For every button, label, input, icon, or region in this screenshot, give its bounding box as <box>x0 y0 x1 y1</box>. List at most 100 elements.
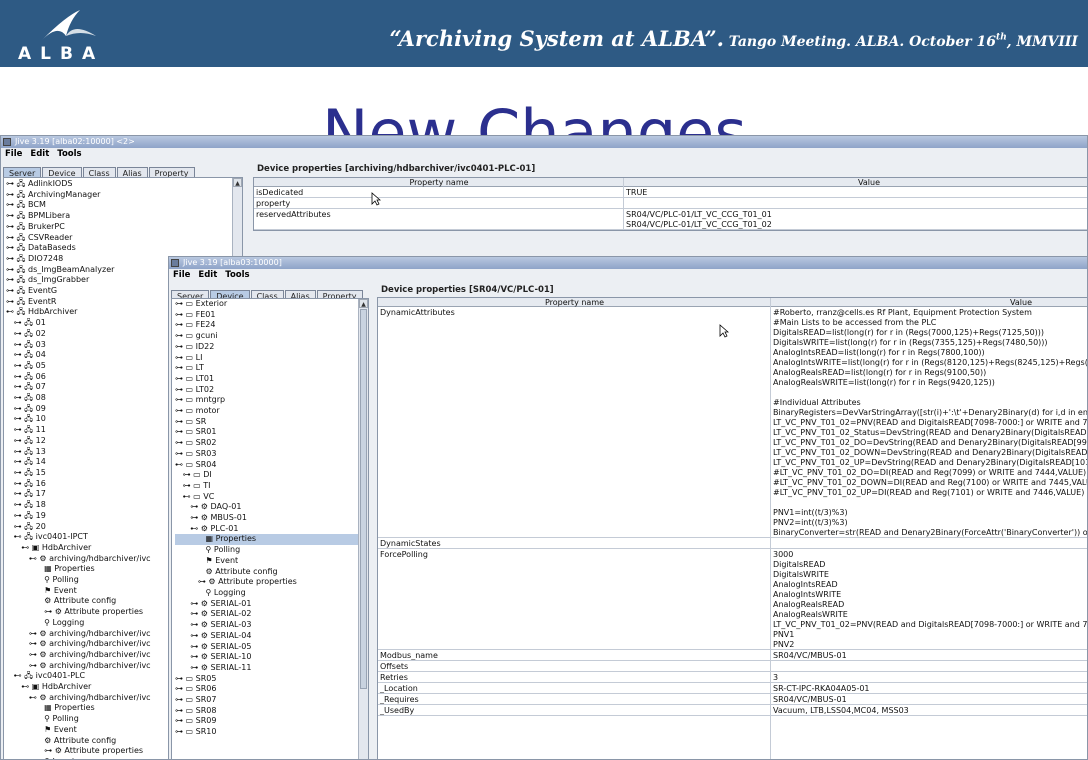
property-name-cell[interactable]: DynamicStates <box>380 539 441 548</box>
tree-node[interactable]: ⊶ 🖧 DataBaseds <box>6 243 242 254</box>
tree-node[interactable]: ⊶ ⚙ SERIAL-05 <box>175 642 368 653</box>
property-value-cell[interactable]: 3 <box>773 673 778 682</box>
tree-node[interactable]: ⚲ Logging <box>175 588 368 599</box>
tree-node[interactable]: ⊶ 🖧 ArchivingManager <box>6 190 242 201</box>
tree-node[interactable]: ⊷ ▭ SR04 <box>175 460 368 471</box>
table-row[interactable]: _Requires SR04/VC/MBUS-01 <box>378 694 1087 705</box>
property-value-cell[interactable]: #Roberto, rranz@cells.es Rf Plant, Equip… <box>773 308 1087 537</box>
tree-node[interactable]: ⚲ Polling <box>175 545 368 556</box>
property-name-cell[interactable]: Offsets <box>380 662 408 671</box>
property-name-cell[interactable]: isDedicated <box>256 188 303 197</box>
column-value[interactable]: Value <box>624 178 1087 187</box>
tree-scrollbar[interactable]: ▲ <box>232 178 242 258</box>
window-titlebar[interactable]: Jive 3.19 [alba03:10000] <box>169 257 1087 269</box>
scroll-up-icon[interactable]: ▲ <box>233 178 242 187</box>
tree-node[interactable]: ⊶ ⚙ MBUS-01 <box>175 513 368 524</box>
tree-node[interactable]: ⊶ ▭ gcuni <box>175 331 368 342</box>
property-value-cell[interactable]: 3000 DigitalsREAD DigitalsWRITE AnalogIn… <box>773 550 1087 649</box>
property-value-cell[interactable]: SR04/VC/MBUS-01 <box>773 651 847 660</box>
property-name-cell[interactable]: _UsedBy <box>380 706 414 715</box>
tree-node[interactable]: ⊶ ⚙ SERIAL-10 <box>175 652 368 663</box>
properties-table[interactable]: Property name Value DynamicAttributes #Ro… <box>377 297 1087 759</box>
property-name-cell[interactable]: property <box>256 199 290 208</box>
tree-node[interactable]: ⊶ ▭ SR <box>175 417 368 428</box>
tree-node[interactable]: ⊶ 🖧 CSVReader <box>6 233 242 244</box>
column-property-name[interactable]: Property name <box>378 298 771 307</box>
property-value-cell[interactable]: SR-CT-IPC-RKA04A05-01 <box>773 684 870 693</box>
tree-node[interactable]: ⊶ 🖧 BCM <box>6 200 242 211</box>
column-property-name[interactable]: Property name <box>254 178 624 187</box>
property-value-cell[interactable]: TRUE <box>626 188 647 197</box>
tree-node[interactable]: ⊷ ⚙ PLC-01 <box>175 524 368 535</box>
tree-node[interactable]: ⊶ ▭ DI <box>175 470 368 481</box>
tree-node[interactable]: ⊶ ▭ motor <box>175 406 368 417</box>
table-row[interactable]: Modbus_name SR04/VC/MBUS-01 <box>378 650 1087 661</box>
table-row[interactable]: _Location SR-CT-IPC-RKA04A05-01 <box>378 683 1087 694</box>
jive-window-front[interactable]: Jive 3.19 [alba03:10000] File Edit Tools S… <box>168 256 1088 760</box>
tree-node[interactable]: ⚑ Event <box>175 556 368 567</box>
logo-text: ALBA <box>18 44 105 64</box>
property-value-cell[interactable]: SR04/VC/MBUS-01 <box>773 695 847 704</box>
table-row[interactable]: Retries 3 <box>378 672 1087 683</box>
tree-node[interactable]: ⊶ ▭ mntgrp <box>175 395 368 406</box>
property-value-cell[interactable]: Vacuum, LTB,LSS04,MC04, MSS03 <box>773 706 909 715</box>
tree-node[interactable]: ⊶ ▭ SR07 <box>175 695 368 706</box>
tree-node[interactable]: ⊶ ▭ FE01 <box>175 310 368 321</box>
scroll-up-icon[interactable]: ▲ <box>359 299 368 308</box>
tree-node[interactable]: ⊶ ⚙ SERIAL-04 <box>175 631 368 642</box>
property-name-cell[interactable]: DynamicAttributes <box>380 308 455 318</box>
property-name-cell[interactable]: Retries <box>380 673 408 682</box>
tree-node[interactable]: ⊶ ⚙ SERIAL-03 <box>175 620 368 631</box>
column-value[interactable]: Value <box>771 298 1087 307</box>
tree-node[interactable]: ⊶ ▭ SR06 <box>175 684 368 695</box>
tree-scrollbar[interactable]: ▲ <box>358 299 368 759</box>
tree-node[interactable]: ⊶ ▭ Exterior <box>175 299 368 310</box>
property-name-cell[interactable]: _Requires <box>380 695 419 704</box>
property-value-cell[interactable]: SR04/VC/PLC-01/LT_VC_CCG_T01_01 SR04/VC/… <box>626 210 772 229</box>
menu-file[interactable]: File <box>173 270 190 280</box>
table-row[interactable]: _UsedBy Vacuum, LTB,LSS04,MC04, MSS03 <box>378 705 1087 716</box>
tree-node[interactable]: ⊶ ▭ SR08 <box>175 706 368 717</box>
property-name-cell[interactable]: _Location <box>380 684 418 693</box>
window-titlebar[interactable]: Jive 3.19 [alba02:10000] <2> <box>1 136 1087 148</box>
tree-node[interactable]: ⊶ ▭ SR02 <box>175 438 368 449</box>
tree-node[interactable]: ⊶ ▭ LT <box>175 363 368 374</box>
table-row[interactable]: DynamicAttributes #Roberto, rranz@cells.e… <box>378 307 1087 538</box>
table-row[interactable]: ForcePolling 3000 DigitalsREAD DigitalsWR… <box>378 549 1087 650</box>
table-row[interactable]: reservedAttributes SR04/VC/PLC-01/LT_VC_C… <box>254 209 1087 230</box>
tree-node[interactable]: ⚙ Attribute config <box>175 567 368 578</box>
property-name-cell[interactable]: ForcePolling <box>380 550 428 560</box>
menu-file[interactable]: File <box>5 149 22 159</box>
tree-node[interactable]: ⊶ ▭ SR05 <box>175 674 368 685</box>
device-tree[interactable]: ⊶ ▭ Exterior ⊶ ▭ FE01 ⊶ ▭ FE24 ⊶ ▭ gcuni ⊶ ▭… <box>171 298 369 759</box>
table-row[interactable]: Offsets <box>378 661 1087 672</box>
tree-node[interactable]: ⊶ ▭ LI <box>175 353 368 364</box>
tree-node[interactable]: ⊶ ▭ ID22 <box>175 342 368 353</box>
menu-edit[interactable]: Edit <box>30 149 49 159</box>
property-name-cell[interactable]: reservedAttributes <box>256 210 331 220</box>
menu-tools[interactable]: Tools <box>225 270 249 280</box>
tree-node[interactable]: ⊶ ⚙ Attribute properties <box>175 577 368 588</box>
tree-node[interactable]: ⊶ ▭ SR10 <box>175 727 368 738</box>
tree-node[interactable]: ⊶ ⚙ SERIAL-02 <box>175 609 368 620</box>
tree-node[interactable]: ⊶ ▭ SR09 <box>175 716 368 727</box>
scroll-thumb[interactable] <box>360 309 367 689</box>
table-row[interactable]: DynamicStates <box>378 538 1087 549</box>
menu-tools[interactable]: Tools <box>57 149 81 159</box>
tree-node[interactable]: ⊶ 🖧 BrukerPC <box>6 222 242 233</box>
tree-node[interactable]: ⊶ ▭ LT01 <box>175 374 368 385</box>
tree-node[interactable]: ▦ Properties <box>175 534 368 546</box>
tree-node[interactable]: ⊶ ▭ TI <box>175 481 368 492</box>
menu-edit[interactable]: Edit <box>198 270 217 280</box>
tree-node[interactable]: ⊶ 🖧 AdlinkIODS <box>6 179 242 190</box>
tree-node[interactable]: ⊶ ⚙ DAQ-01 <box>175 502 368 513</box>
tree-node[interactable]: ⊶ ▭ SR01 <box>175 427 368 438</box>
tree-node[interactable]: ⊶ ⚙ SERIAL-11 <box>175 663 368 674</box>
tree-node[interactable]: ⊶ ▭ LT02 <box>175 385 368 396</box>
tree-node[interactable]: ⊶ ⚙ SERIAL-01 <box>175 599 368 610</box>
tree-node[interactable]: ⊶ 🖧 BPMLibera <box>6 211 242 222</box>
tree-node[interactable]: ⊶ ▭ FE24 <box>175 320 368 331</box>
property-name-cell[interactable]: Modbus_name <box>380 651 438 660</box>
tree-node[interactable]: ⊶ ▭ SR03 <box>175 449 368 460</box>
tree-node[interactable]: ⊷ ▭ VC <box>175 492 368 503</box>
